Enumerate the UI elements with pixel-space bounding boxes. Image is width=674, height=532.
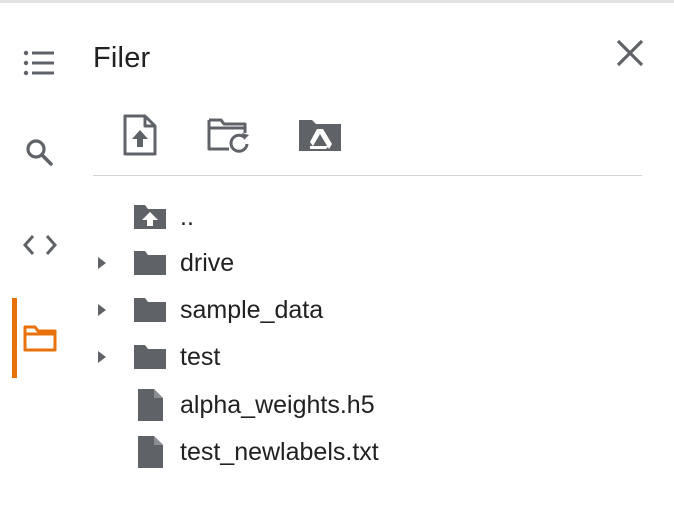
file-toolbar <box>93 108 353 162</box>
file-icon <box>130 436 170 468</box>
tree-item-label: test_newlabels.txt <box>180 438 379 466</box>
toolbar-divider <box>93 175 642 176</box>
tree-item-test-newlabels[interactable]: test_newlabels.txt <box>86 429 646 475</box>
tree-item-parent[interactable]: .. <box>86 194 646 240</box>
top-border <box>0 0 674 3</box>
folder-icon <box>130 294 170 326</box>
close-button[interactable] <box>610 33 650 73</box>
tree-item-label: test <box>180 343 221 371</box>
rail-item-files[interactable] <box>10 316 70 360</box>
folder-icon <box>130 341 170 373</box>
file-icon <box>130 389 170 421</box>
tree-item-sample-data[interactable]: sample_data <box>86 287 646 333</box>
folder-icon <box>23 325 57 352</box>
expand-arrow-icon[interactable] <box>94 302 110 318</box>
refresh-folder-icon <box>207 118 249 153</box>
list-icon <box>23 50 54 76</box>
tree-item-label: alpha_weights.h5 <box>180 391 375 419</box>
refresh-button[interactable] <box>203 108 257 162</box>
folder-icon <box>130 247 170 279</box>
mount-drive-button[interactable] <box>293 108 347 162</box>
file-browser-app: Filer .. drive sample_data test alpha_we… <box>0 0 674 532</box>
tree-item-label: drive <box>180 249 235 277</box>
code-icon <box>23 235 57 255</box>
upload-button[interactable] <box>113 108 167 162</box>
tree-item-label: .. <box>180 203 194 231</box>
tree-item-drive[interactable]: drive <box>86 240 646 286</box>
search-icon <box>26 139 53 166</box>
left-rail <box>0 3 78 532</box>
tree-item-label: sample_data <box>180 296 324 324</box>
tree-item-test[interactable]: test <box>86 334 646 380</box>
panel-title: Filer <box>93 42 151 74</box>
rail-item-code-snippets[interactable] <box>10 223 70 267</box>
expand-arrow-icon[interactable] <box>94 349 110 365</box>
upload-file-icon <box>123 114 157 156</box>
tree-item-alpha-weights[interactable]: alpha_weights.h5 <box>86 382 646 428</box>
expand-arrow-icon[interactable] <box>94 255 110 271</box>
rail-item-search[interactable] <box>10 131 70 175</box>
google-drive-folder-icon <box>299 120 341 151</box>
folder-up-icon <box>130 201 170 233</box>
rail-item-table-of-contents[interactable] <box>10 41 70 85</box>
close-icon <box>616 39 644 67</box>
